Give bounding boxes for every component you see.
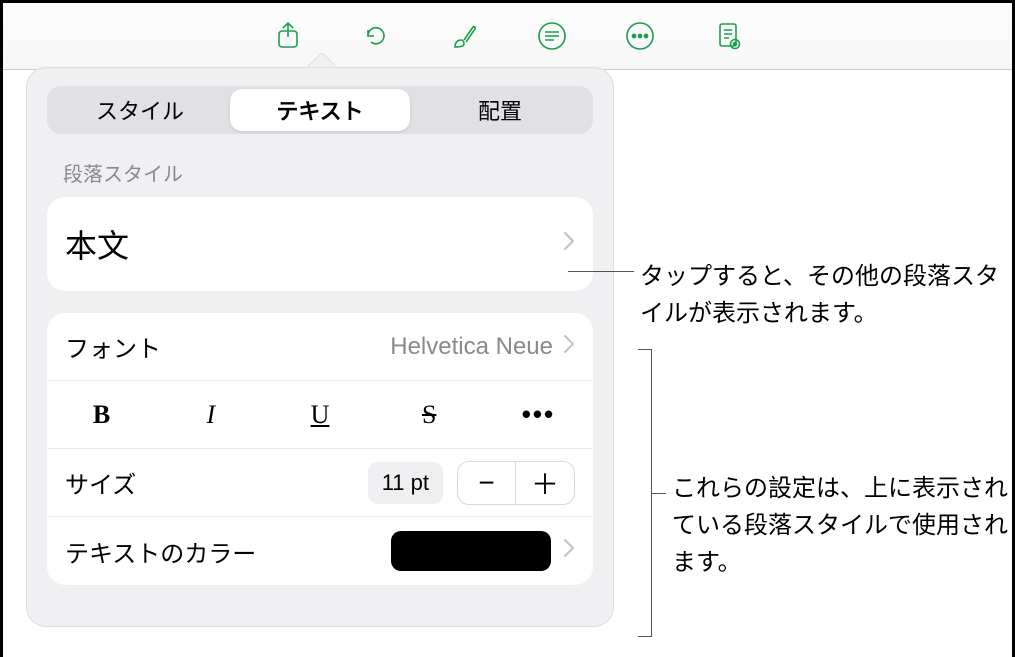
text-settings-card: フォント Helvetica Neue B I U S ••• サイズ 11 p…	[47, 313, 593, 585]
text-color-swatch[interactable]	[391, 531, 551, 571]
tab-text[interactable]: テキスト	[230, 89, 410, 131]
size-value[interactable]: 11 pt	[368, 462, 443, 504]
chevron-right-icon	[563, 334, 575, 360]
text-color-row[interactable]: テキストのカラー	[47, 517, 593, 585]
format-popover: スタイル テキスト 配置 段落スタイル 本文 フォント Helvetica Ne…	[26, 67, 614, 627]
paragraph-style-row[interactable]: 本文	[47, 197, 593, 291]
callout-bracket-stem	[652, 493, 666, 494]
format-buttons-row: B I U S •••	[47, 381, 593, 449]
callout-bracket	[638, 349, 652, 637]
paragraph-style-label: 段落スタイル	[63, 158, 593, 187]
callout-paragraph-style: タップすると、その他の段落スタイルが表示されます。	[640, 258, 1000, 332]
document-icon[interactable]	[708, 16, 748, 56]
callout-leader-1	[568, 271, 634, 272]
tab-style[interactable]: スタイル	[50, 89, 230, 131]
chevron-right-icon	[563, 538, 575, 564]
size-increase-button[interactable]: ＋	[516, 462, 574, 504]
popover-body: スタイル テキスト 配置 段落スタイル 本文 フォント Helvetica Ne…	[26, 67, 614, 627]
font-row[interactable]: フォント Helvetica Neue	[47, 313, 593, 381]
toolbar-icons	[268, 16, 748, 56]
font-value: Helvetica Neue	[390, 333, 553, 361]
size-decrease-button[interactable]: −	[458, 462, 516, 504]
bold-button[interactable]: B	[47, 381, 156, 448]
size-row: サイズ 11 pt − ＋	[47, 449, 593, 517]
callout-settings: これらの設定は、上に表示されている段落スタイルで使用されます。	[672, 470, 1012, 582]
tab-layout[interactable]: 配置	[410, 89, 590, 131]
popover-caret	[307, 53, 335, 67]
italic-button[interactable]: I	[156, 381, 265, 448]
strikethrough-button[interactable]: S	[375, 381, 484, 448]
paragraph-style-card: 本文	[47, 197, 593, 291]
toolbar	[0, 0, 1015, 70]
size-label: サイズ	[65, 465, 368, 500]
chevron-right-icon	[563, 231, 575, 257]
size-stepper: − ＋	[457, 461, 575, 505]
paragraph-style-value: 本文	[65, 221, 563, 267]
brush-icon[interactable]	[444, 16, 484, 56]
insert-icon[interactable]	[532, 16, 572, 56]
tab-segmented-control: スタイル テキスト 配置	[47, 86, 593, 134]
undo-icon[interactable]	[356, 16, 396, 56]
more-icon[interactable]	[620, 16, 660, 56]
text-color-label: テキストのカラー	[65, 534, 391, 569]
font-label: フォント	[65, 329, 390, 364]
more-format-button[interactable]: •••	[484, 381, 593, 448]
underline-button[interactable]: U	[265, 381, 374, 448]
frame-border-left	[0, 0, 3, 657]
share-icon[interactable]	[268, 16, 308, 56]
